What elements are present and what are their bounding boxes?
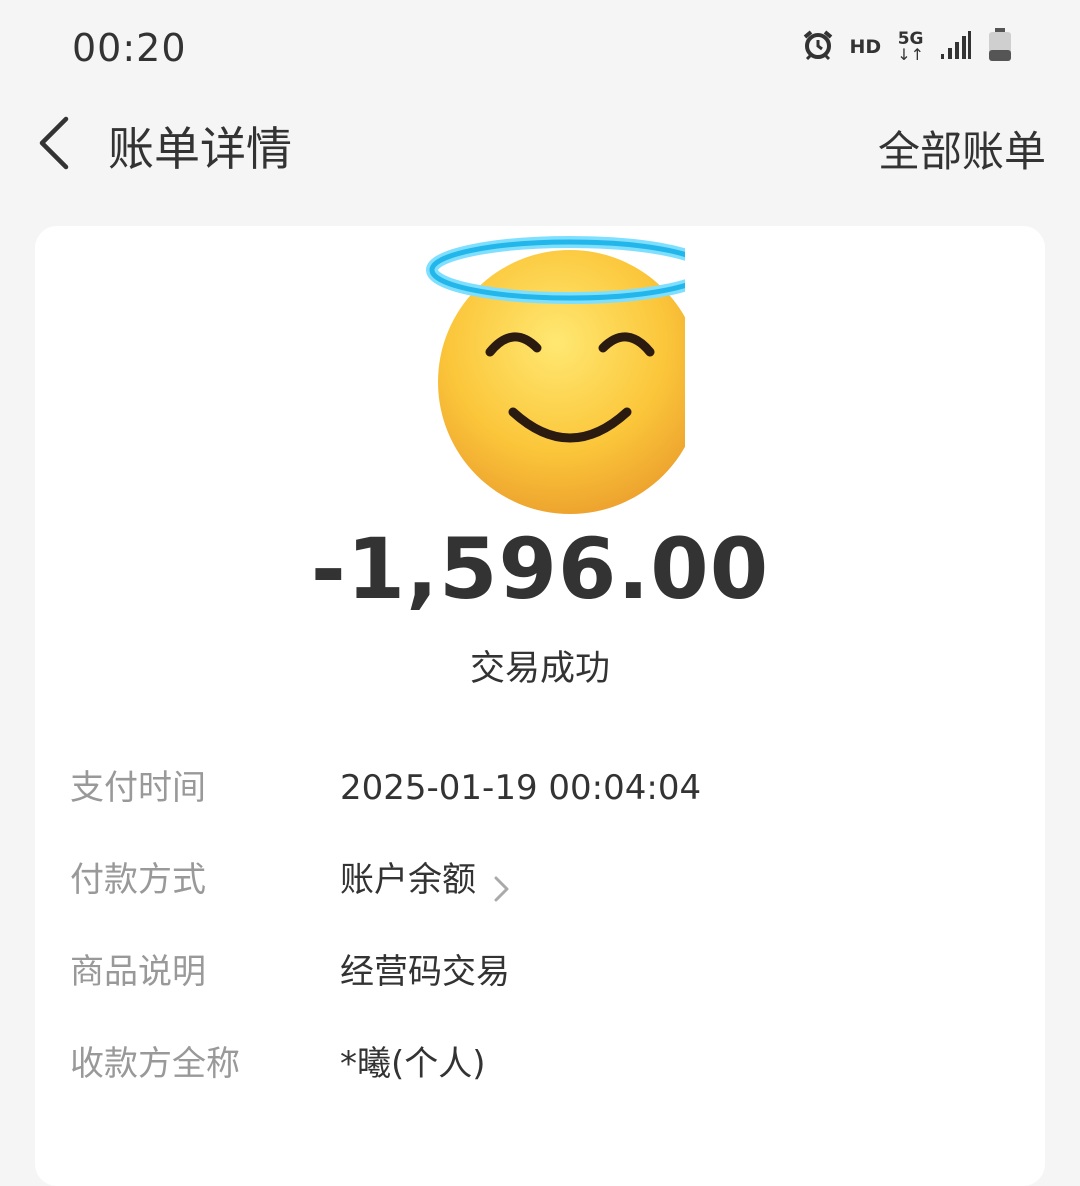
- status-bar: 00:20 HD 5G ↓↑: [0, 0, 1080, 96]
- signal-icon: [940, 30, 972, 64]
- bill-amount: -1,596.00: [310, 520, 770, 618]
- halo-smile-icon: [395, 234, 714, 524]
- hd-icon: HD: [849, 36, 882, 58]
- detail-label: 商品说明: [70, 952, 206, 992]
- all-bills-button[interactable]: 全部账单: [878, 118, 1046, 179]
- payment-method-value: 账户余额: [340, 860, 476, 900]
- transaction-status: 交易成功: [469, 649, 610, 689]
- detail-label: 收款方全称: [70, 1044, 240, 1084]
- detail-row-payment-time: 支付时间 2025-01-19 00:04:04: [35, 758, 1045, 818]
- page-title: 账单详情: [108, 122, 292, 176]
- detail-row-payment-method[interactable]: 付款方式 账户余额: [35, 850, 1045, 910]
- detail-value: 经营码交易: [340, 952, 510, 992]
- detail-row-payee: 收款方全称 *曦(个人): [35, 1034, 1045, 1094]
- status-icons: HD 5G ↓↑: [802, 28, 1013, 66]
- status-time: 00:20: [72, 26, 187, 70]
- nav-bar: 账单详情 全部账单: [0, 96, 1080, 196]
- battery-icon: [988, 28, 1012, 66]
- back-button[interactable]: [30, 108, 90, 178]
- detail-label: 支付时间: [70, 768, 206, 808]
- detail-value: *曦(个人): [340, 1044, 486, 1084]
- detail-label: 付款方式: [70, 860, 206, 900]
- 5g-icon: 5G ↓↑: [897, 29, 924, 64]
- detail-value-link[interactable]: 账户余额: [340, 850, 514, 910]
- bill-card: -1,596.00 交易成功 支付时间 2025-01-19 00:04:04 …: [35, 226, 1045, 1186]
- chevron-left-icon: [30, 116, 90, 182]
- chevron-right-icon: [490, 864, 514, 902]
- detail-value: 2025-01-19 00:04:04: [340, 768, 702, 808]
- detail-row-description: 商品说明 经营码交易: [35, 942, 1045, 1002]
- alarm-icon: [802, 29, 834, 65]
